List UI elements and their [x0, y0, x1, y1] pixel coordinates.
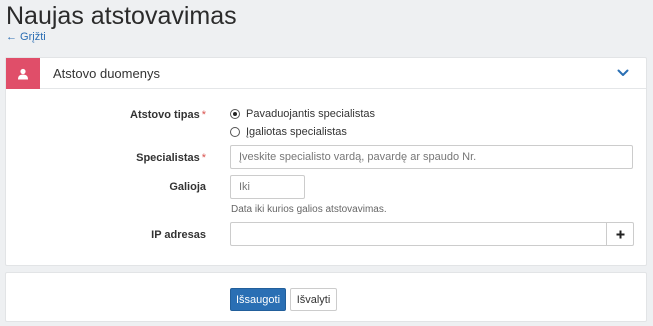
ip-address-input[interactable]	[230, 222, 607, 246]
radio-option-authorized[interactable]: Įgaliotas specialistas	[230, 126, 347, 138]
radio-label-substitute: Pavaduojantis specialistas	[246, 108, 376, 120]
radio-button-checked[interactable]	[230, 109, 240, 119]
radio-option-substitute[interactable]: Pavaduojantis specialistas	[230, 108, 375, 120]
valid-help-text: Data iki kurios galios atstovavimas.	[231, 204, 387, 215]
page-title: Naujas atstovavimas	[6, 2, 237, 30]
radio-button[interactable]	[230, 127, 240, 137]
plus-icon	[616, 230, 624, 238]
form-footer: Išsaugoti Išvalyti	[5, 272, 647, 322]
required-mark: *	[201, 152, 206, 164]
save-button[interactable]: Išsaugoti	[230, 288, 286, 311]
specialist-label-text: Specialistas	[136, 152, 200, 164]
representative-panel: Atstovo duomenys Atstovo tipas * Pavaduoj…	[5, 57, 647, 266]
ip-label: IP adresas	[151, 229, 206, 241]
required-mark: *	[201, 109, 206, 121]
clear-button[interactable]: Išvalyti	[290, 288, 337, 311]
type-label-text: Atstovo tipas	[130, 109, 200, 121]
chevron-down-icon[interactable]	[616, 66, 630, 80]
valid-until-input[interactable]	[230, 175, 305, 199]
specialist-input[interactable]	[230, 145, 633, 169]
specialist-label: Specialistas *	[6, 152, 206, 164]
user-icon	[6, 58, 40, 89]
radio-label-authorized: Įgaliotas specialistas	[246, 126, 347, 138]
add-ip-button[interactable]	[607, 222, 634, 246]
back-link[interactable]: ← Grįžti	[6, 31, 46, 43]
type-label: Atstovo tipas *	[6, 109, 206, 121]
panel-title: Atstovo duomenys	[53, 66, 160, 81]
valid-label: Galioja	[169, 181, 206, 193]
panel-header[interactable]: Atstovo duomenys	[6, 58, 646, 89]
